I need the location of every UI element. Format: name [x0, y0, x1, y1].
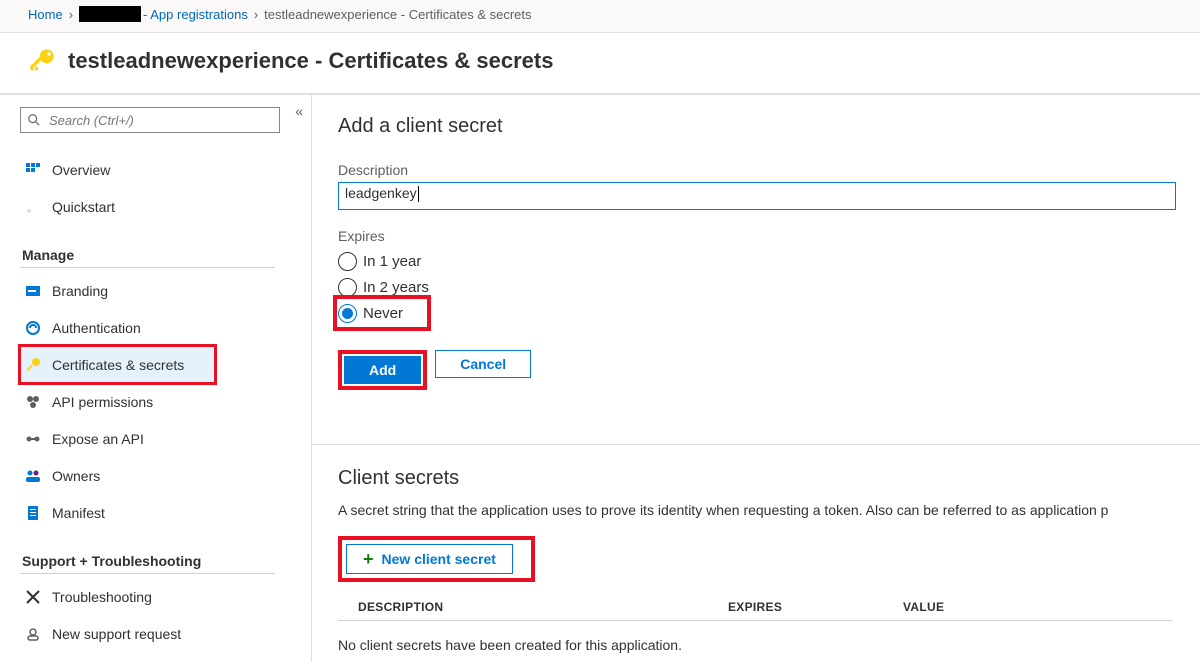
sidebar-item-certificates-secrets[interactable]: Certificates & secrets	[20, 346, 215, 383]
page-title: testleadnewexperience - Certificates & s…	[68, 48, 553, 74]
sidebar-item-branding[interactable]: Branding	[20, 272, 301, 309]
divider	[20, 573, 275, 574]
radio-label: Never	[363, 305, 403, 322]
breadcrumb-home[interactable]: Home	[28, 7, 63, 22]
sidebar-item-label: Authentication	[52, 320, 141, 336]
page-title-row: testleadnewexperience - Certificates & s…	[0, 33, 1200, 94]
sidebar-item-quickstart[interactable]: Quickstart	[20, 188, 301, 225]
radio-icon	[338, 278, 357, 297]
auth-icon	[24, 319, 42, 337]
sidebar-item-label: Expose an API	[52, 431, 144, 447]
sidebar: « Overview Quickstart Manage Branding	[0, 95, 312, 662]
radio-option-2years[interactable]: In 2 years	[338, 274, 1200, 300]
radio-icon	[338, 252, 357, 271]
manifest-icon	[24, 504, 42, 522]
col-expires: EXPIRES	[728, 600, 903, 614]
button-label: New client secret	[382, 551, 496, 567]
col-description: DESCRIPTION	[338, 600, 728, 614]
sidebar-item-authentication[interactable]: Authentication	[20, 309, 301, 346]
sidebar-item-label: API permissions	[52, 394, 153, 410]
chevron-right-icon: ›	[254, 7, 258, 22]
breadcrumb: Home › - App registrations › testleadnew…	[0, 0, 1200, 33]
sidebar-item-owners[interactable]: Owners	[20, 457, 301, 494]
wrench-icon	[24, 588, 42, 606]
sidebar-item-label: New support request	[52, 626, 181, 642]
divider	[338, 620, 1173, 621]
col-value: VALUE	[903, 600, 1078, 614]
table-header: DESCRIPTION EXPIRES VALUE	[338, 600, 1200, 614]
highlight-box: Add	[338, 350, 427, 390]
sidebar-item-label: Quickstart	[52, 199, 115, 215]
api-icon	[24, 430, 42, 448]
section-title: Client secrets	[338, 467, 1200, 490]
main-content: Add a client secret Description leadgenk…	[312, 95, 1200, 662]
add-button[interactable]: Add	[344, 356, 421, 384]
sidebar-item-overview[interactable]: Overview	[20, 151, 301, 188]
sidebar-section-support: Support + Troubleshooting	[22, 553, 301, 569]
sidebar-item-label: Troubleshooting	[52, 589, 152, 605]
redacted-segment	[79, 6, 141, 22]
expires-label: Expires	[338, 228, 1200, 244]
highlight-box: + New client secret	[338, 536, 535, 582]
tag-icon	[24, 282, 42, 300]
grid-icon	[24, 161, 42, 179]
divider	[20, 267, 275, 268]
section-description: A secret string that the application use…	[338, 502, 1200, 518]
chevron-right-icon: ›	[69, 7, 73, 22]
sidebar-item-label: Overview	[52, 162, 110, 178]
radio-option-1year[interactable]: In 1 year	[338, 248, 1200, 274]
permissions-icon	[24, 393, 42, 411]
sidebar-item-new-support-request[interactable]: New support request	[20, 615, 301, 652]
empty-state-text: No client secrets have been created for …	[338, 637, 1200, 653]
radio-label: In 1 year	[363, 253, 421, 270]
plus-icon: +	[363, 549, 374, 570]
owners-icon	[24, 467, 42, 485]
sidebar-item-expose-api[interactable]: Expose an API	[20, 420, 301, 457]
breadcrumb-current: testleadnewexperience - Certificates & s…	[264, 7, 531, 22]
sidebar-section-manage: Manage	[22, 247, 301, 263]
cancel-button[interactable]: Cancel	[435, 350, 531, 378]
sidebar-item-label: Branding	[52, 283, 108, 299]
search-input[interactable]	[47, 112, 273, 129]
new-client-secret-button[interactable]: + New client secret	[346, 544, 513, 574]
radio-label: In 2 years	[363, 279, 429, 296]
sidebar-item-manifest[interactable]: Manifest	[20, 494, 301, 531]
key-icon	[24, 356, 42, 374]
sidebar-item-label: Manifest	[52, 505, 105, 521]
add-client-secret-panel: Add a client secret Description leadgenk…	[312, 95, 1200, 418]
collapse-icon[interactable]: «	[295, 103, 303, 119]
key-icon	[28, 47, 56, 75]
description-label: Description	[338, 162, 1200, 178]
search-icon	[27, 113, 41, 127]
client-secrets-section: Client secrets A secret string that the …	[312, 445, 1200, 653]
rocket-icon	[24, 198, 42, 216]
text-cursor	[418, 186, 419, 202]
description-input[interactable]: leadgenkey	[338, 182, 1176, 210]
sidebar-item-label: Owners	[52, 468, 100, 484]
panel-title: Add a client secret	[338, 115, 1200, 138]
radio-option-never[interactable]: Never	[338, 300, 426, 326]
sidebar-item-label: Certificates & secrets	[52, 357, 184, 373]
sidebar-item-troubleshooting[interactable]: Troubleshooting	[20, 578, 301, 615]
sidebar-item-api-permissions[interactable]: API permissions	[20, 383, 301, 420]
radio-icon	[338, 304, 357, 323]
breadcrumb-app-registrations[interactable]: - App registrations	[143, 7, 248, 22]
support-icon	[24, 625, 42, 643]
search-box[interactable]	[20, 107, 280, 133]
